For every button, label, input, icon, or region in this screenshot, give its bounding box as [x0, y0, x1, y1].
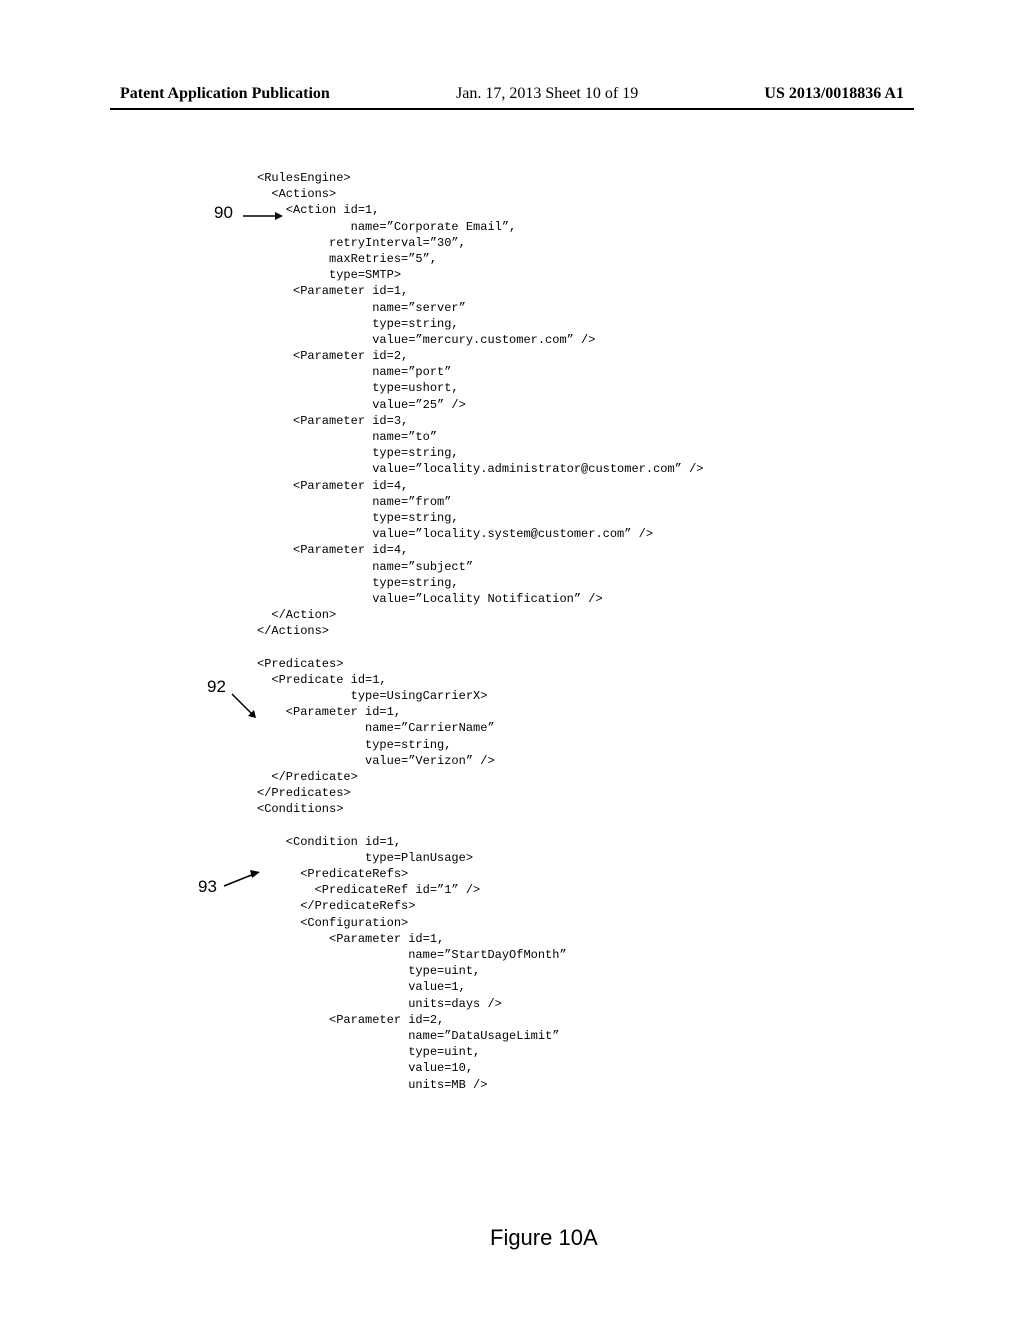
- figure-label: Figure 10A: [490, 1225, 598, 1251]
- header-center-text: Jan. 17, 2013 Sheet 10 of 19: [456, 85, 638, 103]
- header-right-text: US 2013/0018836 A1: [764, 85, 904, 103]
- reference-number-90: 90: [214, 203, 233, 223]
- reference-number-92: 92: [207, 677, 226, 697]
- xml-code-block: <RulesEngine> <Actions> <Action id=1, na…: [257, 170, 703, 1093]
- reference-number-93: 93: [198, 877, 217, 897]
- arrow-icon: [222, 870, 262, 890]
- content-area: <RulesEngine> <Actions> <Action id=1, na…: [0, 110, 1024, 170]
- arrow-icon: [230, 692, 260, 722]
- header-left-text: Patent Application Publication: [120, 85, 330, 103]
- page-header: Patent Application Publication Jan. 17, …: [110, 0, 914, 110]
- arrow-icon: [243, 210, 283, 222]
